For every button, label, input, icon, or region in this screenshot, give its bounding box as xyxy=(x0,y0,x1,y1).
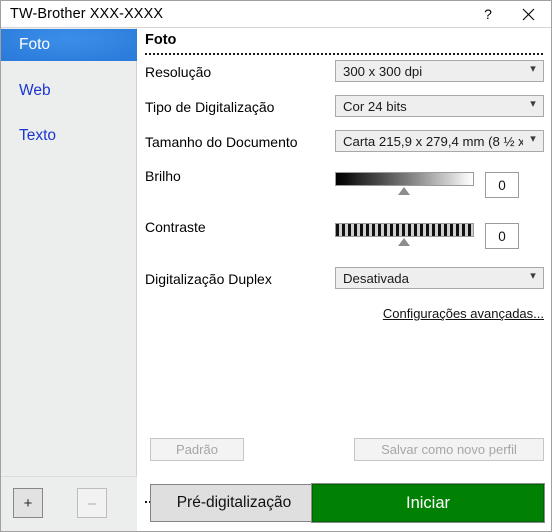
contrast-pattern-track[interactable] xyxy=(335,223,474,237)
scan-type-value: Cor 24 bits xyxy=(343,98,407,114)
contrast-value: 0 xyxy=(498,228,506,244)
brightness-slider[interactable] xyxy=(335,172,474,195)
brightness-value: 0 xyxy=(498,177,506,193)
advanced-settings-link[interactable]: Configurações avançadas... xyxy=(383,306,544,321)
label-brilho: Brilho xyxy=(145,168,181,184)
start-button[interactable]: Iniciar xyxy=(311,483,545,523)
label-tipo-digitalizacao: Tipo de Digitalização xyxy=(145,99,275,115)
chevron-down-icon: ▾ xyxy=(530,133,536,145)
help-button[interactable]: ? xyxy=(471,1,505,27)
label-duplex: Digitalização Duplex xyxy=(145,271,272,287)
add-profile-button[interactable]: + xyxy=(13,488,43,518)
save-as-new-profile-button: Salvar como novo perfil xyxy=(354,438,544,461)
sidebar-item-label: Texto xyxy=(19,127,57,144)
default-button: Padrão xyxy=(150,438,244,461)
duplex-dropdown[interactable]: Desativada ▾ xyxy=(335,267,544,289)
sidebar-item-foto[interactable]: Foto xyxy=(1,29,137,61)
contrast-value-field[interactable]: 0 xyxy=(485,223,519,249)
brightness-gradient-track[interactable] xyxy=(335,172,474,186)
brightness-slider-thumb[interactable] xyxy=(398,187,410,195)
contrast-slider-thumb[interactable] xyxy=(398,238,410,246)
prescan-button[interactable]: Pré-digitalização xyxy=(150,484,318,522)
resolution-dropdown[interactable]: 300 x 300 dpi ▾ xyxy=(335,60,544,82)
chevron-down-icon: ▾ xyxy=(530,270,536,282)
document-size-dropdown[interactable]: Carta 215,9 x 279,4 mm (8 ½ x 1... ▾ xyxy=(335,130,544,152)
chevron-down-icon: ▾ xyxy=(530,63,536,75)
divider-top xyxy=(145,53,544,55)
sidebar-item-label: Foto xyxy=(19,36,51,53)
sidebar-item-web[interactable]: Web xyxy=(1,75,137,107)
window-title: TW-Brother XXX-XXXX xyxy=(10,6,164,22)
scan-type-dropdown[interactable]: Cor 24 bits ▾ xyxy=(335,95,544,117)
duplex-value: Desativada xyxy=(343,270,409,286)
page-title: Foto xyxy=(145,32,177,48)
title-bar: TW-Brother XXX-XXXX ? xyxy=(1,1,551,28)
brightness-value-field[interactable]: 0 xyxy=(485,172,519,198)
sidebar: Foto Web Texto + – xyxy=(1,28,137,531)
twain-scanner-dialog: TW-Brother XXX-XXXX ? Foto Web Texto + –… xyxy=(0,0,552,532)
contrast-slider[interactable] xyxy=(335,223,474,246)
remove-profile-button: – xyxy=(77,488,107,518)
label-contraste: Contraste xyxy=(145,219,206,235)
label-tamanho-documento: Tamanho do Documento xyxy=(145,134,298,150)
resolution-value: 300 x 300 dpi xyxy=(343,63,423,79)
sidebar-item-texto[interactable]: Texto xyxy=(1,120,137,152)
sidebar-footer: + – xyxy=(1,476,137,531)
sidebar-item-label: Web xyxy=(19,82,51,99)
document-size-value: Carta 215,9 x 279,4 mm (8 ½ x 1... xyxy=(343,133,523,149)
label-resolucao: Resolução xyxy=(145,64,212,80)
main-panel: Foto Resolução 300 x 300 dpi ▾ Tipo de D… xyxy=(138,28,551,531)
close-icon[interactable] xyxy=(511,1,545,27)
chevron-down-icon: ▾ xyxy=(530,98,536,110)
